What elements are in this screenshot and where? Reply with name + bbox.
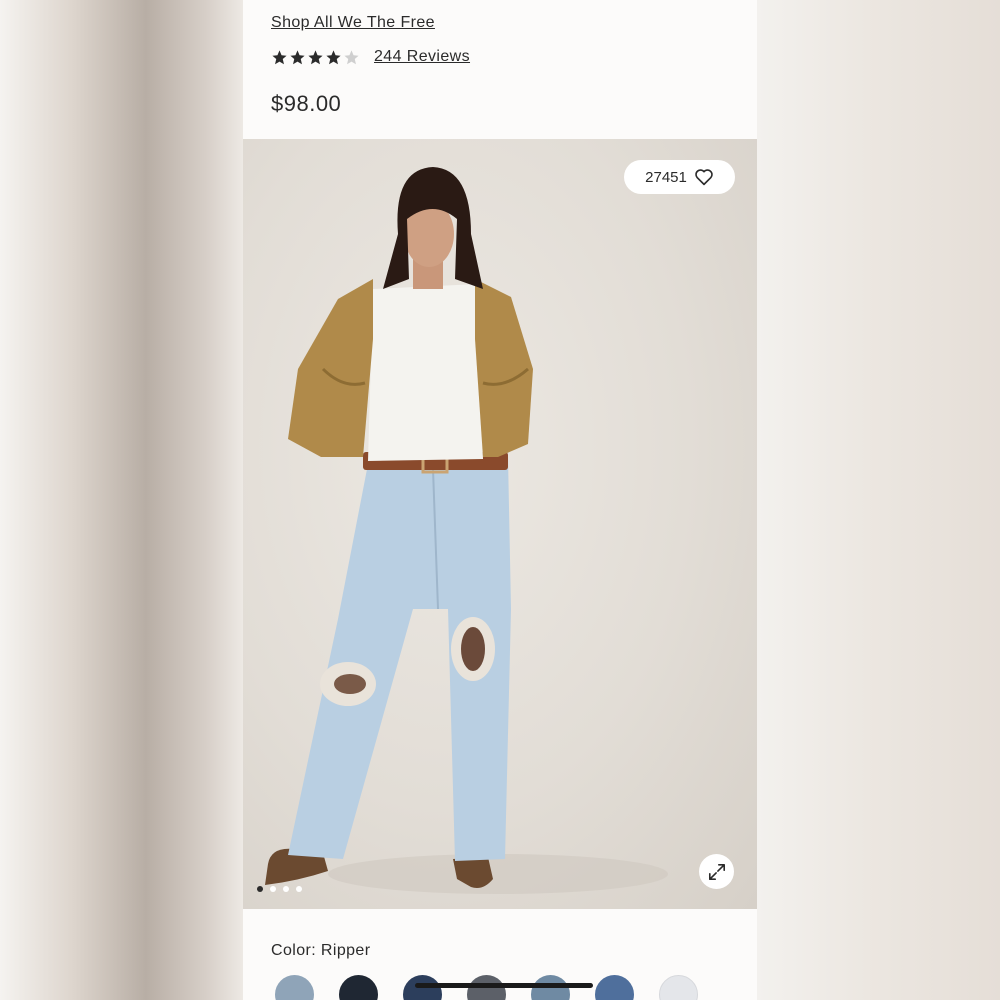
t-shirt xyxy=(368,284,483,461)
color-label: Color: Ripper xyxy=(271,942,371,959)
star-rating xyxy=(271,49,360,66)
product-image[interactable]: 27451 xyxy=(243,139,757,909)
home-indicator xyxy=(415,983,593,988)
color-swatch[interactable] xyxy=(595,975,634,1000)
pagination-dot[interactable] xyxy=(283,886,289,892)
heart-icon xyxy=(695,169,713,186)
cardigan-left xyxy=(288,279,373,457)
star-icon xyxy=(326,49,341,64)
pagination-dot[interactable] xyxy=(296,886,302,892)
background-blur-right xyxy=(757,0,1000,1000)
expand-icon xyxy=(708,863,725,880)
star-icon xyxy=(290,49,305,64)
shop-all-link[interactable]: Shop All We The Free xyxy=(271,14,435,32)
color-swatch[interactable] xyxy=(275,975,314,1000)
pagination-dot[interactable] xyxy=(270,886,276,892)
product-screen: Shop All We The Free 244 Reviews $98.00 xyxy=(243,0,757,1000)
color-swatch[interactable] xyxy=(339,975,378,1000)
star-empty-icon xyxy=(344,49,359,64)
favorites-count: 27451 xyxy=(645,168,687,186)
price: $98.00 xyxy=(271,91,342,116)
model-photo xyxy=(265,167,668,894)
star-icon xyxy=(272,49,287,64)
expand-image-button[interactable] xyxy=(699,854,734,889)
favorite-button[interactable]: 27451 xyxy=(624,160,735,194)
image-pagination[interactable] xyxy=(257,886,302,892)
reviews-link[interactable]: 244 Reviews xyxy=(374,48,470,66)
pagination-dot[interactable] xyxy=(257,886,263,892)
rating-row: 244 Reviews xyxy=(271,48,470,66)
star-icon xyxy=(308,49,323,64)
color-swatch[interactable] xyxy=(659,975,698,1000)
background-blur-left xyxy=(0,0,243,1000)
cardigan-right xyxy=(475,279,533,457)
